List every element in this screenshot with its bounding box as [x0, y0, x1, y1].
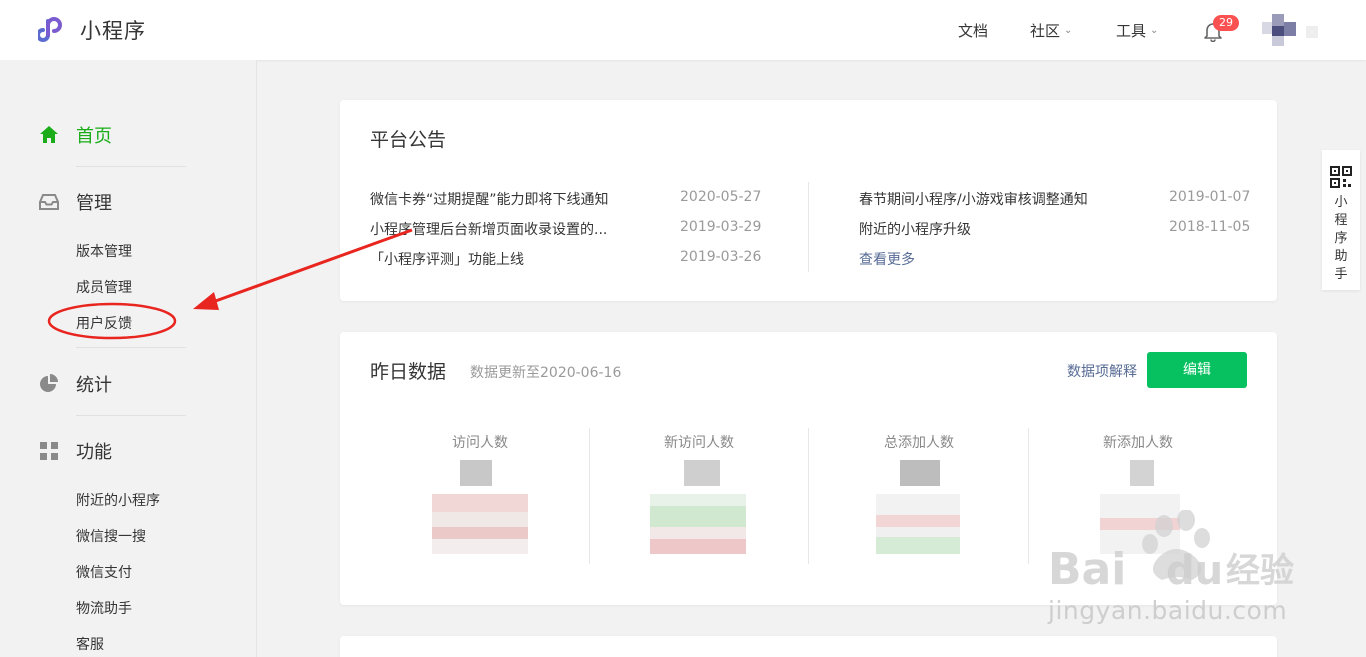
sidebar: 首页 管理 版本管理 成员管理 用户反馈 统计 功能 附近的小程序 微信搜一搜 … [0, 60, 257, 657]
notice-date: 2019-01-07 [1169, 189, 1251, 205]
sidebar-item-stats[interactable]: 统计 [38, 371, 112, 397]
logo[interactable]: 小程序 [38, 13, 146, 47]
notice-date: 2019-03-26 [680, 249, 762, 265]
data-explain-link[interactable]: 数据项解释 [1067, 361, 1137, 381]
notice-date: 2019-03-29 [680, 219, 762, 235]
chevron-down-icon: ⌄ [1064, 25, 1073, 36]
update-note: 数据更新至2020-06-16 [470, 365, 622, 381]
chevron-down-icon: ⌄ [1150, 25, 1159, 36]
divider [76, 415, 186, 416]
column-divider [808, 182, 809, 272]
sidebar-item-version[interactable]: 版本管理 [76, 241, 132, 261]
metric-divider [1028, 428, 1029, 564]
svg-text:经验: 经验 [1226, 551, 1294, 591]
blurred-trend [432, 494, 528, 554]
nav-tools[interactable]: 工具 ⌄ [1116, 20, 1158, 41]
blurred-value [684, 460, 720, 486]
notice-link[interactable]: 附近的小程序升级 [859, 219, 971, 239]
blurred-trend [876, 494, 960, 554]
edit-button[interactable]: 编辑 [1147, 352, 1247, 388]
helper-label: 小程序助手 [1334, 195, 1348, 282]
view-more-link[interactable]: 查看更多 [859, 249, 915, 269]
sidebar-item-pay[interactable]: 微信支付 [76, 562, 132, 582]
notice-link[interactable]: 小程序管理后台新增页面收录设置的... [370, 219, 607, 239]
sidebar-item-home[interactable]: 首页 [38, 122, 112, 148]
home-icon [38, 124, 60, 146]
watermark-url: jingyan.baidu.com [1048, 596, 1288, 625]
miniprogram-logo-icon [38, 17, 62, 42]
notice-link[interactable]: 「小程序评测」功能上线 [370, 249, 524, 269]
next-card [340, 636, 1277, 657]
sidebar-item-label: 首页 [76, 126, 112, 147]
metric-label-new-adds: 新添加人数 [1103, 435, 1173, 451]
divider [76, 347, 186, 348]
metric-label-total-adds: 总添加人数 [884, 435, 954, 451]
notice-link[interactable]: 春节期间小程序/小游戏审核调整通知 [859, 189, 1088, 209]
nav-docs-label: 文档 [958, 22, 989, 40]
logo-text: 小程序 [80, 19, 146, 43]
sidebar-item-nearby[interactable]: 附近的小程序 [76, 490, 160, 510]
metric-divider [589, 428, 590, 564]
announcement-title: 平台公告 [370, 129, 447, 151]
nav-docs[interactable]: 文档 [958, 20, 988, 41]
sidebar-item-features[interactable]: 功能 [38, 438, 112, 464]
metric-label-visits: 访问人数 [452, 435, 508, 451]
notice-link[interactable]: 微信卡券“过期提醒”能力即将下线通知 [370, 189, 609, 209]
notice-date: 2018-11-05 [1169, 219, 1251, 235]
sidebar-item-service[interactable]: 客服 [76, 634, 104, 654]
sidebar-item-members[interactable]: 成员管理 [76, 277, 132, 297]
sidebar-item-label: 功能 [76, 442, 112, 463]
sidebar-item-manage[interactable]: 管理 [38, 189, 112, 215]
notification-badge: 29 [1213, 15, 1239, 31]
notice-date: 2020-05-27 [680, 189, 762, 205]
sidebar-item-label: 统计 [76, 375, 112, 396]
blurred-trend [650, 494, 746, 554]
metric-label-new-visits: 新访问人数 [664, 435, 734, 451]
blurred-value [460, 460, 492, 486]
nav-community[interactable]: 社区 ⌄ [1030, 20, 1072, 41]
blurred-value [900, 460, 940, 486]
qr-code-icon [1330, 166, 1352, 188]
miniprogram-helper[interactable]: 小程序助手 [1322, 150, 1360, 290]
sidebar-item-label: 管理 [76, 193, 112, 214]
announcement-card: 平台公告 微信卡券“过期提醒”能力即将下线通知 2020-05-27 小程序管理… [340, 100, 1277, 301]
yesterday-title: 昨日数据 [370, 361, 447, 383]
sidebar-item-feedback[interactable]: 用户反馈 [76, 313, 132, 333]
nav-tools-label: 工具 [1116, 22, 1147, 40]
inbox-icon [38, 191, 60, 213]
pie-chart-icon [38, 373, 60, 395]
sidebar-item-search[interactable]: 微信搜一搜 [76, 526, 146, 546]
metric-divider [808, 428, 809, 564]
top-bar: 小程序 文档 社区 ⌄ 工具 ⌄ 29 [0, 0, 1366, 60]
blurred-value [1130, 460, 1154, 486]
divider [76, 166, 186, 167]
avatar[interactable] [1262, 14, 1296, 48]
grid-icon [38, 440, 60, 462]
svg-text:Bai: Bai [1048, 544, 1126, 595]
avatar-dropdown[interactable] [1306, 26, 1318, 38]
sidebar-item-logistics[interactable]: 物流助手 [76, 598, 132, 618]
svg-text:du: du [1166, 548, 1223, 594]
nav-community-label: 社区 [1030, 22, 1061, 40]
